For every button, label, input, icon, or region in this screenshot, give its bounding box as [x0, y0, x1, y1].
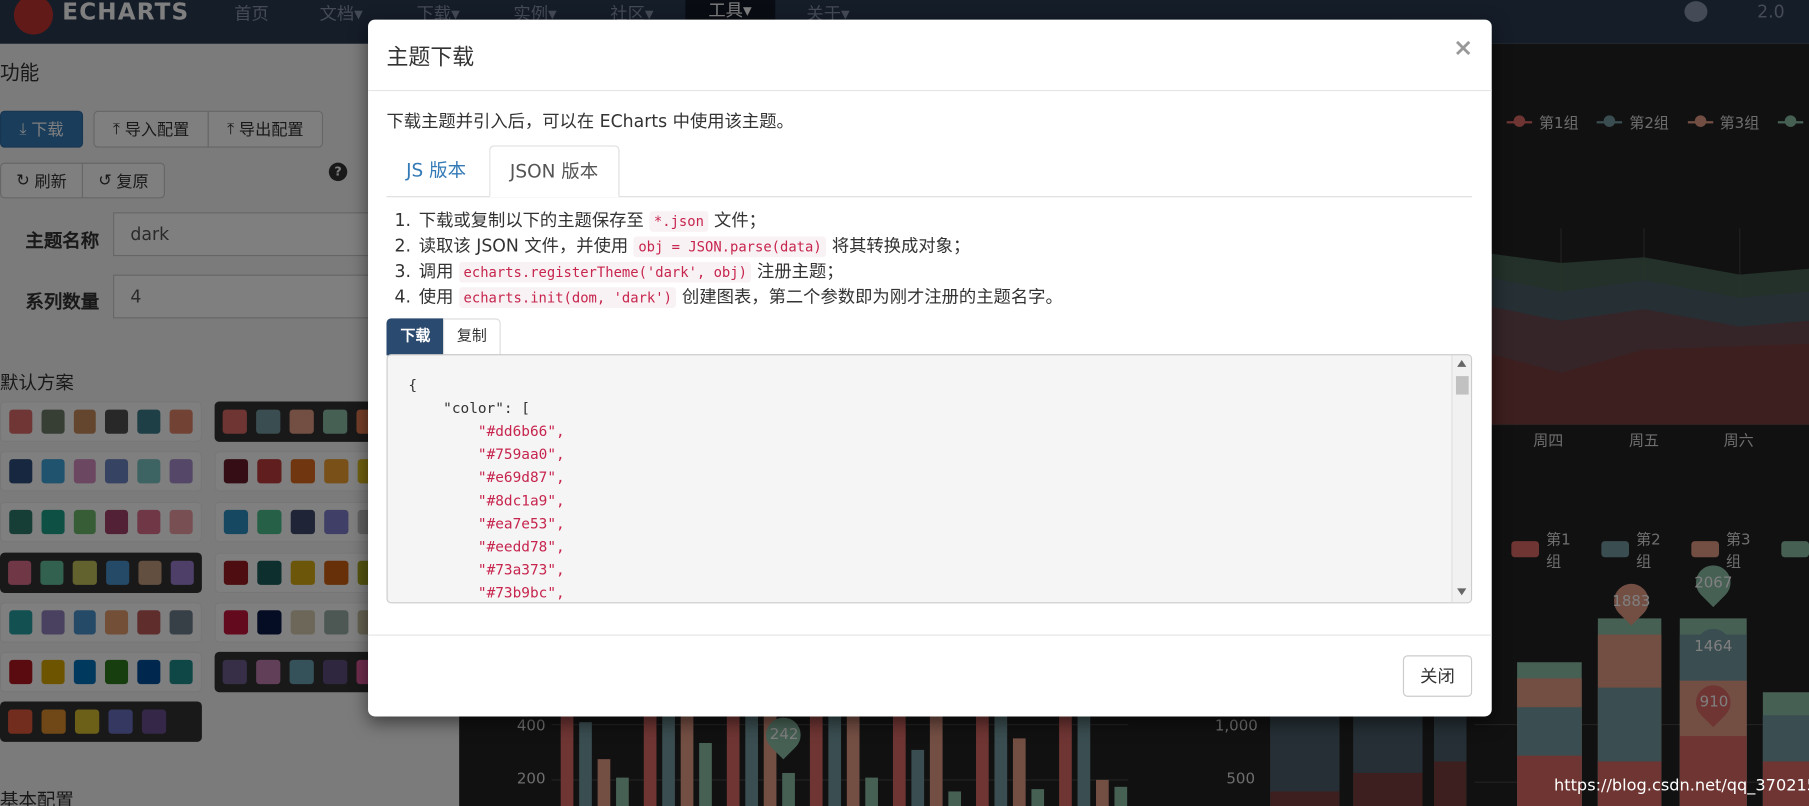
modal-header: 主题下载 × — [368, 20, 1492, 92]
json-copy-button[interactable]: 复制 — [443, 318, 501, 356]
theme-download-modal: 主题下载 × 下载主题并引入后，可以在 ECharts 中使用该主题。 JS 版… — [368, 19, 1492, 717]
scroll-down-icon[interactable] — [1457, 588, 1467, 596]
step-item: 读取该 JSON 文件，并使用 obj = JSON.parse(data) 将… — [416, 234, 1062, 259]
code-scrollbar[interactable] — [1451, 355, 1471, 603]
modal-footer: 关闭 — [368, 634, 1492, 717]
tab-js-version[interactable]: JS 版本 — [386, 145, 485, 197]
step-item: 调用 echarts.registerTheme('dark', obj) 注册… — [416, 260, 1062, 285]
modal-title: 主题下载 — [386, 44, 475, 71]
step-item: 使用 echarts.init(dom, 'dark') 创建图表，第二个参数即… — [416, 285, 1063, 310]
json-code-block[interactable]: { "color": [ "#dd6b66", "#759aa0", "#e69… — [386, 354, 1473, 604]
instruction-steps: 下载或复制以下的主题保存至 *.json 文件； 读取该 JSON 文件，并使用… — [416, 209, 1063, 311]
version-tabs: JS 版本 JSON 版本 — [386, 145, 1473, 198]
step-item: 下载或复制以下的主题保存至 *.json 文件； — [416, 209, 1062, 234]
close-icon[interactable]: × — [1453, 33, 1473, 61]
json-download-button[interactable]: 下载 — [386, 318, 445, 356]
watermark-text: https://blog.csdn.net/qq_37021554 — [1554, 776, 1809, 795]
close-button[interactable]: 关闭 — [1402, 655, 1473, 697]
modal-intro: 下载主题并引入后，可以在 ECharts 中使用该主题。 — [386, 110, 794, 132]
json-code: { "color": [ "#dd6b66", "#759aa0", "#e69… — [408, 376, 565, 602]
tab-json-version[interactable]: JSON 版本 — [489, 145, 619, 198]
scroll-up-icon[interactable] — [1457, 359, 1467, 367]
scroll-thumb[interactable] — [1455, 376, 1469, 395]
